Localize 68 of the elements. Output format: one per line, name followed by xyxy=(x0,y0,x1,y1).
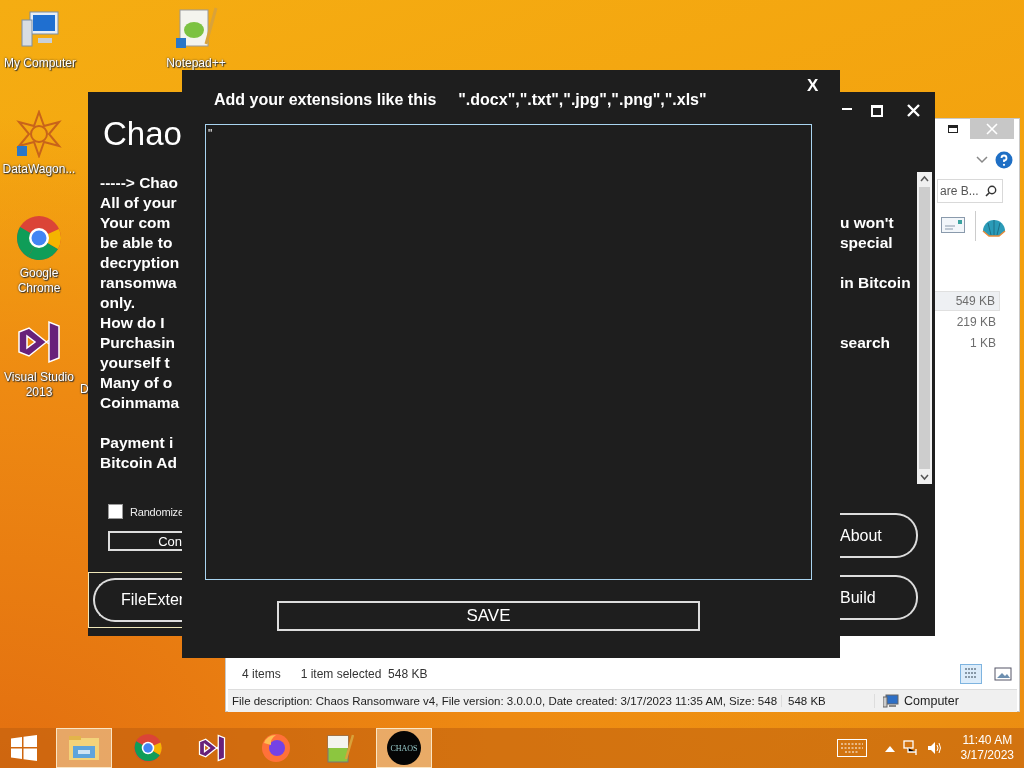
note-text: be able to xyxy=(100,233,174,253)
star-pattern-icon[interactable] xyxy=(15,110,63,158)
location-label: Computer xyxy=(904,694,959,708)
clock-time[interactable]: 11:40 AM xyxy=(962,733,1013,748)
checkbox-label[interactable]: Randomize xyxy=(130,505,184,518)
note-text: -----> Chao xyxy=(100,173,179,193)
note-text: Payment i xyxy=(100,433,175,453)
note-text: Bitcoin Ad xyxy=(100,453,178,473)
note-text: Many of o xyxy=(100,373,174,393)
item-count: 4 items xyxy=(242,667,281,681)
file-size: 548 KB xyxy=(787,695,827,707)
details-view-icon[interactable] xyxy=(960,664,982,684)
visual-studio-icon xyxy=(197,733,227,763)
note-text: Coinmama xyxy=(100,393,181,413)
scrollbar[interactable] xyxy=(917,172,932,484)
note-text: Your com xyxy=(100,213,172,233)
config-button[interactable]: Con xyxy=(108,531,182,551)
chrome-icon[interactable] xyxy=(15,214,63,262)
window-title: Chao xyxy=(103,114,182,154)
file-size-cell[interactable]: 549 KB xyxy=(932,291,1000,311)
selection-info: 1 item selected 548 KB xyxy=(300,667,428,681)
maximize-icon[interactable] xyxy=(871,105,883,117)
file-extensions-button[interactable]: FileExter xyxy=(93,578,182,622)
file-size-cell[interactable]: 219 KB xyxy=(932,312,1000,332)
visual-studio-icon[interactable] xyxy=(15,318,63,366)
close-icon xyxy=(986,123,998,135)
file-size-cell[interactable]: 1 KB xyxy=(932,333,1000,353)
notepad-icon xyxy=(326,733,354,763)
note-text: Purchasin xyxy=(100,333,176,353)
build-button[interactable]: Build xyxy=(840,575,918,620)
note-text: special xyxy=(840,233,893,253)
keyboard-icon[interactable] xyxy=(836,739,867,757)
note-text: ransomwa xyxy=(100,273,178,293)
help-icon[interactable] xyxy=(995,151,1013,169)
file-description: File description: Chaos Ransomware v4, File version: 3.0.0.0, Date created: 3/17/2023 11:35 AM, Size: 548 xyxy=(228,695,783,707)
envelope-icon[interactable] xyxy=(941,217,965,233)
computer-icon xyxy=(883,694,900,708)
thumbnail-view-icon[interactable] xyxy=(994,667,1012,681)
chaos-logo: CHAOS xyxy=(387,731,421,765)
close-icon[interactable] xyxy=(907,104,920,117)
note-text: only. xyxy=(100,293,137,313)
note-text: yourself t xyxy=(100,353,171,373)
note-text: How do I xyxy=(100,313,166,333)
scroll-thumb[interactable] xyxy=(919,187,930,469)
chevron-up-icon[interactable] xyxy=(884,744,895,752)
clock-date[interactable]: 3/17/2023 xyxy=(960,748,1014,763)
note-text: decryption xyxy=(100,253,181,273)
search-icon xyxy=(985,185,997,197)
note-text: in Bitcoin xyxy=(840,273,911,293)
close-button[interactable]: X xyxy=(807,76,819,96)
folder-icon xyxy=(68,734,100,762)
save-button[interactable]: SAVE xyxy=(277,601,700,631)
note-text: search xyxy=(840,333,890,353)
checkbox[interactable] xyxy=(108,504,123,519)
extensions-field[interactable]: " xyxy=(205,124,812,580)
windows-icon xyxy=(11,735,37,761)
note-text: u won't xyxy=(840,213,894,233)
search-field[interactable]: are B... xyxy=(937,179,1003,203)
chrome-icon xyxy=(133,733,163,763)
example-text: ".docx",".txt",".jpg",".png",".xls" xyxy=(458,91,707,109)
network-icon[interactable] xyxy=(902,740,919,756)
speaker-icon[interactable] xyxy=(926,740,943,756)
chevron-down-icon[interactable] xyxy=(976,156,988,164)
note-text: All of your xyxy=(100,193,178,213)
dialog-title: Add your extensions like this xyxy=(214,91,437,109)
about-button[interactable]: About xyxy=(840,513,918,558)
taskbar-app[interactable]: CHAOS xyxy=(376,728,432,768)
firefox-icon xyxy=(261,733,291,763)
